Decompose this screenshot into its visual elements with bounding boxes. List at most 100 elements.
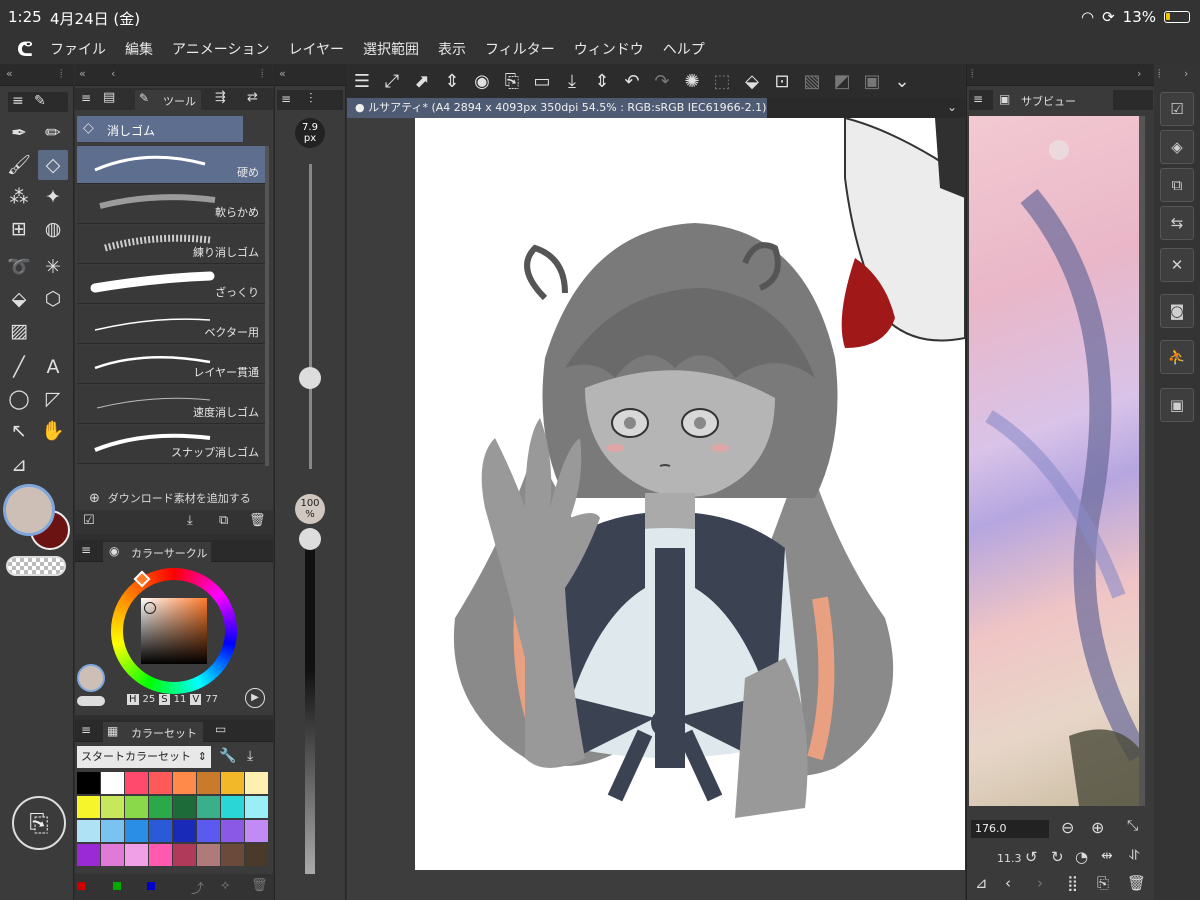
brush-item-soft[interactable]: 軟らかめ bbox=[77, 186, 265, 224]
panel-grip-icon[interactable]: ⦙ bbox=[971, 67, 973, 81]
color-swatch[interactable] bbox=[149, 844, 172, 866]
layer-property-icon[interactable]: ☑ bbox=[1160, 92, 1194, 126]
menu-layer[interactable]: レイヤー bbox=[288, 39, 344, 59]
subtool-scrollbar[interactable] bbox=[265, 146, 269, 466]
menu-filter[interactable]: フィルター bbox=[485, 39, 555, 59]
color-swatch[interactable] bbox=[221, 796, 244, 818]
menu-file[interactable]: ファイル bbox=[50, 39, 106, 59]
camera-icon[interactable]: ◙ bbox=[1160, 294, 1194, 328]
brush-item-vector[interactable]: ベクター用 bbox=[77, 306, 265, 344]
menu-icon[interactable]: ☰ bbox=[347, 71, 377, 92]
color-swatch[interactable] bbox=[149, 820, 172, 842]
subview-scrollbar[interactable] bbox=[1139, 116, 1145, 806]
size-slider-knob[interactable] bbox=[299, 366, 321, 389]
flip-horizontal-icon[interactable]: ⇹ bbox=[1101, 848, 1113, 864]
subtool-detail-tab-icon[interactable]: ▤ bbox=[103, 90, 115, 105]
eyedropper-icon[interactable]: ⊿ bbox=[975, 874, 988, 892]
brush-item-snap[interactable]: スナップ消しゴム bbox=[77, 426, 265, 464]
brush-opacity-value[interactable]: 100 % bbox=[295, 494, 325, 524]
color-swatch[interactable] bbox=[125, 844, 148, 866]
correct-line-tool-icon[interactable]: ↖ bbox=[4, 416, 34, 446]
pen-tool-icon[interactable]: ✒ bbox=[4, 118, 34, 148]
size-tab[interactable]: ≡ ⫶ bbox=[277, 90, 343, 110]
chevron-updown-icon[interactable]: ⇕ bbox=[437, 71, 467, 92]
tab-subview[interactable]: ▣ サブビュー bbox=[993, 90, 1113, 110]
line-tool-icon[interactable]: ╱ bbox=[4, 352, 34, 382]
airbrush-tool-icon[interactable]: ⁂ bbox=[4, 182, 34, 212]
color-swatch[interactable] bbox=[149, 772, 172, 794]
menu-edit[interactable]: 編集 bbox=[125, 39, 153, 59]
brush-size-value[interactable]: 7.9 px bbox=[295, 118, 325, 148]
panel-grip-icon[interactable]: ⦙ bbox=[261, 67, 263, 81]
clear-icon[interactable]: ▧ bbox=[797, 71, 827, 92]
fit-screen-icon[interactable]: ⤢ bbox=[377, 71, 407, 92]
new-document-icon[interactable]: ⎘ bbox=[497, 71, 527, 92]
object-tool-icon[interactable]: ⬡ bbox=[38, 284, 68, 314]
color-swatch[interactable] bbox=[245, 796, 268, 818]
fill-tool-icon[interactable]: ⬙ bbox=[4, 284, 34, 314]
grid-tool-icon[interactable]: ⊞ bbox=[4, 214, 34, 244]
brush-tool-icon[interactable]: 🖌 bbox=[4, 150, 34, 180]
menu-help[interactable]: ヘルプ bbox=[663, 39, 705, 59]
color-swatch[interactable] bbox=[77, 772, 100, 794]
reset-rotation-icon[interactable]: ◔ bbox=[1075, 848, 1088, 866]
crop-icon[interactable]: ⊡ bbox=[767, 71, 797, 92]
gradient-tool-icon[interactable]: ▨ bbox=[4, 316, 34, 346]
transform-icon[interactable]: ⬈ bbox=[407, 71, 437, 92]
layers-icon[interactable]: ◈ bbox=[1160, 130, 1194, 164]
canvas-paper[interactable] bbox=[415, 118, 965, 870]
open-folder-icon[interactable]: ▭ bbox=[527, 71, 557, 92]
collapse-left-icon[interactable]: « bbox=[6, 67, 13, 80]
color-swatch[interactable] bbox=[173, 796, 196, 818]
color-swatch[interactable] bbox=[101, 844, 124, 866]
color-swatch[interactable] bbox=[101, 772, 124, 794]
select-icon[interactable]: ⬚ bbox=[707, 71, 737, 92]
app-logo-icon[interactable]: ᕦ bbox=[0, 37, 50, 61]
layer-search-icon[interactable]: ⧉ bbox=[1160, 168, 1194, 202]
color-swatch[interactable] bbox=[125, 820, 148, 842]
decoration-tool-icon[interactable]: ✦ bbox=[38, 182, 68, 212]
subview-reference-image[interactable] bbox=[969, 116, 1145, 806]
color-swatch[interactable] bbox=[173, 820, 196, 842]
save-icon[interactable]: ⤓ bbox=[557, 71, 587, 92]
subtool-group-eraser[interactable]: ◇ 消しゴム bbox=[77, 116, 243, 142]
chevron-down-icon[interactable]: ⌄ bbox=[947, 100, 957, 114]
lasso-tool-icon[interactable]: ➰ bbox=[4, 252, 34, 282]
blend-tool-icon[interactable]: ◍ bbox=[38, 214, 68, 244]
duplicate-subtool-icon[interactable]: ⧉ bbox=[219, 513, 228, 528]
fit-icon[interactable]: ⤡ bbox=[1127, 818, 1138, 834]
menu-view[interactable]: 表示 bbox=[438, 39, 466, 59]
color-set-select[interactable]: スタートカラーセット ⇕ bbox=[77, 746, 211, 768]
menu-window[interactable]: ウィンドウ bbox=[574, 39, 644, 59]
quick-access-button[interactable]: ⎘ bbox=[12, 796, 66, 850]
text-tool-icon[interactable]: A bbox=[38, 352, 68, 382]
add-swatch-icon[interactable]: ⤴ bbox=[191, 878, 204, 897]
color-swatch[interactable] bbox=[77, 844, 100, 866]
zoom-in-icon[interactable]: ⊕ bbox=[1091, 818, 1104, 837]
import-subtool-icon[interactable]: ⤓ bbox=[187, 513, 193, 528]
tab-tool[interactable]: ✎ ツール bbox=[135, 90, 201, 110]
opacity-slider-knob[interactable] bbox=[299, 528, 321, 550]
brush-item-layer-through[interactable]: レイヤー貫通 bbox=[77, 346, 265, 384]
color-swatch[interactable] bbox=[197, 844, 220, 866]
hand-tool-icon[interactable]: ✋ bbox=[38, 416, 68, 446]
sv-cursor[interactable] bbox=[144, 602, 156, 614]
fill-icon[interactable]: ⬙ bbox=[737, 71, 767, 92]
wrench-icon[interactable]: 🔧 bbox=[219, 748, 236, 764]
trash-icon[interactable]: 🗑 bbox=[1127, 874, 1146, 892]
chevron-left-icon[interactable]: ‹ bbox=[111, 67, 115, 80]
color-swatch[interactable] bbox=[77, 796, 100, 818]
grid-icon[interactable]: ⣿ bbox=[1067, 874, 1078, 892]
zoom-field[interactable]: 176.0 bbox=[971, 820, 1049, 838]
import-image-icon[interactable]: ⎘ bbox=[1097, 874, 1109, 892]
menu-selection[interactable]: 選択範囲 bbox=[363, 39, 419, 59]
panel-grip-icon[interactable]: ⦙ bbox=[60, 67, 62, 81]
color-swatch[interactable] bbox=[101, 820, 124, 842]
trash-icon[interactable]: 🗑 bbox=[251, 878, 268, 893]
size-slider-track[interactable] bbox=[309, 164, 312, 469]
subtool-properties-icon[interactable]: ☑ bbox=[83, 513, 95, 528]
trash-icon[interactable]: 🗑 bbox=[249, 513, 266, 528]
chevron-down-icon[interactable]: ⌄ bbox=[887, 71, 917, 92]
color-swatch[interactable] bbox=[221, 844, 244, 866]
rotate-right-icon[interactable]: ↻ bbox=[1051, 848, 1064, 866]
